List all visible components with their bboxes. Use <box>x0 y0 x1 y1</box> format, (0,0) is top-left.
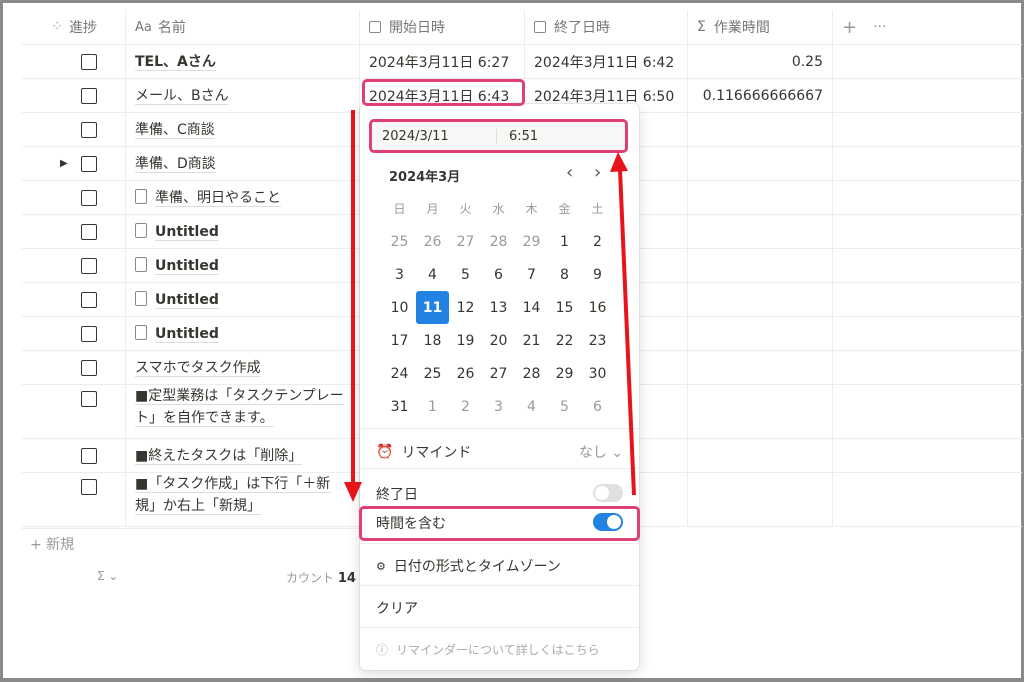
arrow-up <box>618 169 636 496</box>
arrow-down-head <box>344 482 362 502</box>
annotation-arrows <box>344 110 636 502</box>
arrow-up-head <box>610 152 628 172</box>
